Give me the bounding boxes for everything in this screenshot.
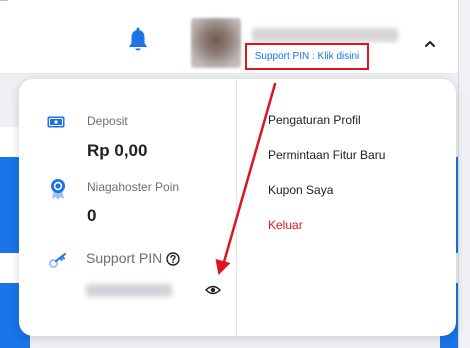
avatar[interactable] bbox=[191, 18, 241, 68]
points-label: Niagahoster Poin bbox=[87, 180, 180, 194]
key-icon bbox=[49, 253, 66, 268]
support-pin-label: Support PIN bbox=[86, 250, 163, 266]
support-pin-value-hidden bbox=[86, 280, 174, 300]
bell-icon[interactable] bbox=[127, 27, 149, 53]
menu-item-profile-settings[interactable]: Pengaturan Profil bbox=[268, 113, 361, 127]
scrollbar-track[interactable] bbox=[458, 0, 470, 348]
user-name-redacted bbox=[252, 28, 398, 42]
points-value: 0 bbox=[87, 206, 97, 225]
menu-item-feature-request[interactable]: Permintaan Fitur Baru bbox=[268, 148, 385, 162]
page-corner bbox=[0, 0, 8, 14]
dropdown-divider bbox=[236, 79, 237, 336]
help-icon[interactable] bbox=[166, 252, 180, 266]
support-pin-link[interactable]: Support PIN : Klik disini bbox=[245, 43, 369, 70]
chevron-up-icon[interactable] bbox=[424, 38, 436, 50]
menu-item-logout[interactable]: Keluar bbox=[268, 218, 303, 232]
deposit-label: Deposit bbox=[87, 114, 128, 128]
account-dropdown bbox=[19, 79, 456, 336]
deposit-value: Rp 0,00 bbox=[87, 141, 148, 160]
wallet-icon bbox=[47, 116, 65, 128]
eye-icon[interactable] bbox=[205, 284, 221, 296]
medal-icon bbox=[51, 179, 65, 200]
menu-item-my-coupons[interactable]: Kupon Saya bbox=[268, 183, 333, 197]
